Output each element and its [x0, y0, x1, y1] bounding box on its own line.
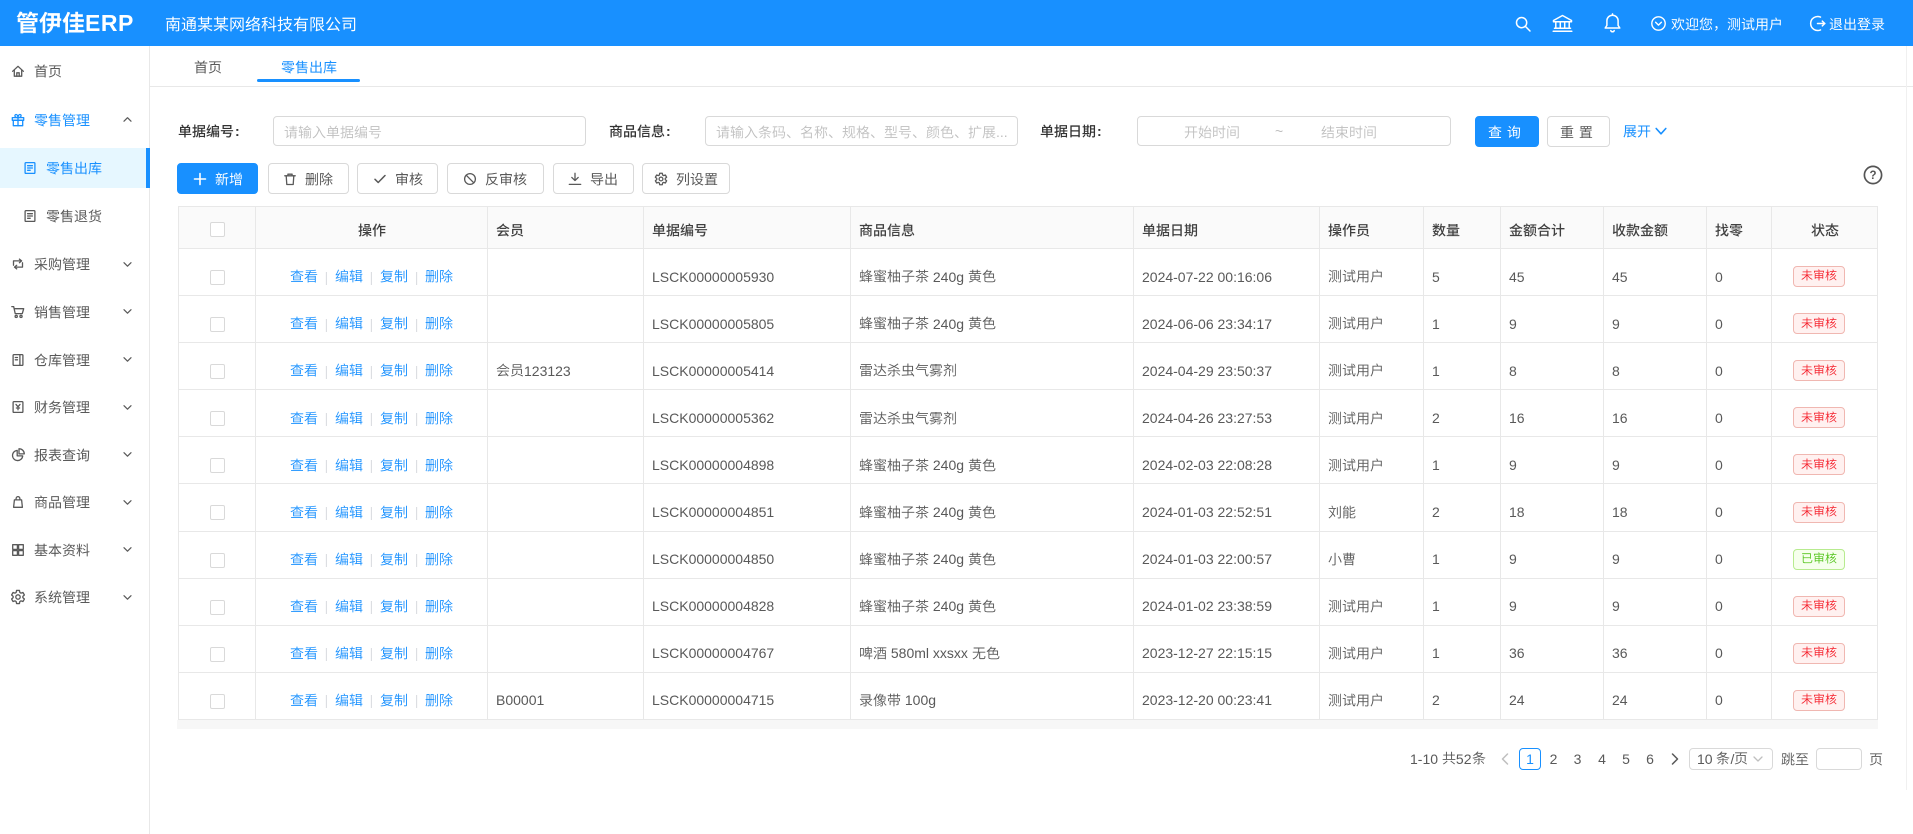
- svg-text:?: ?: [1869, 170, 1876, 182]
